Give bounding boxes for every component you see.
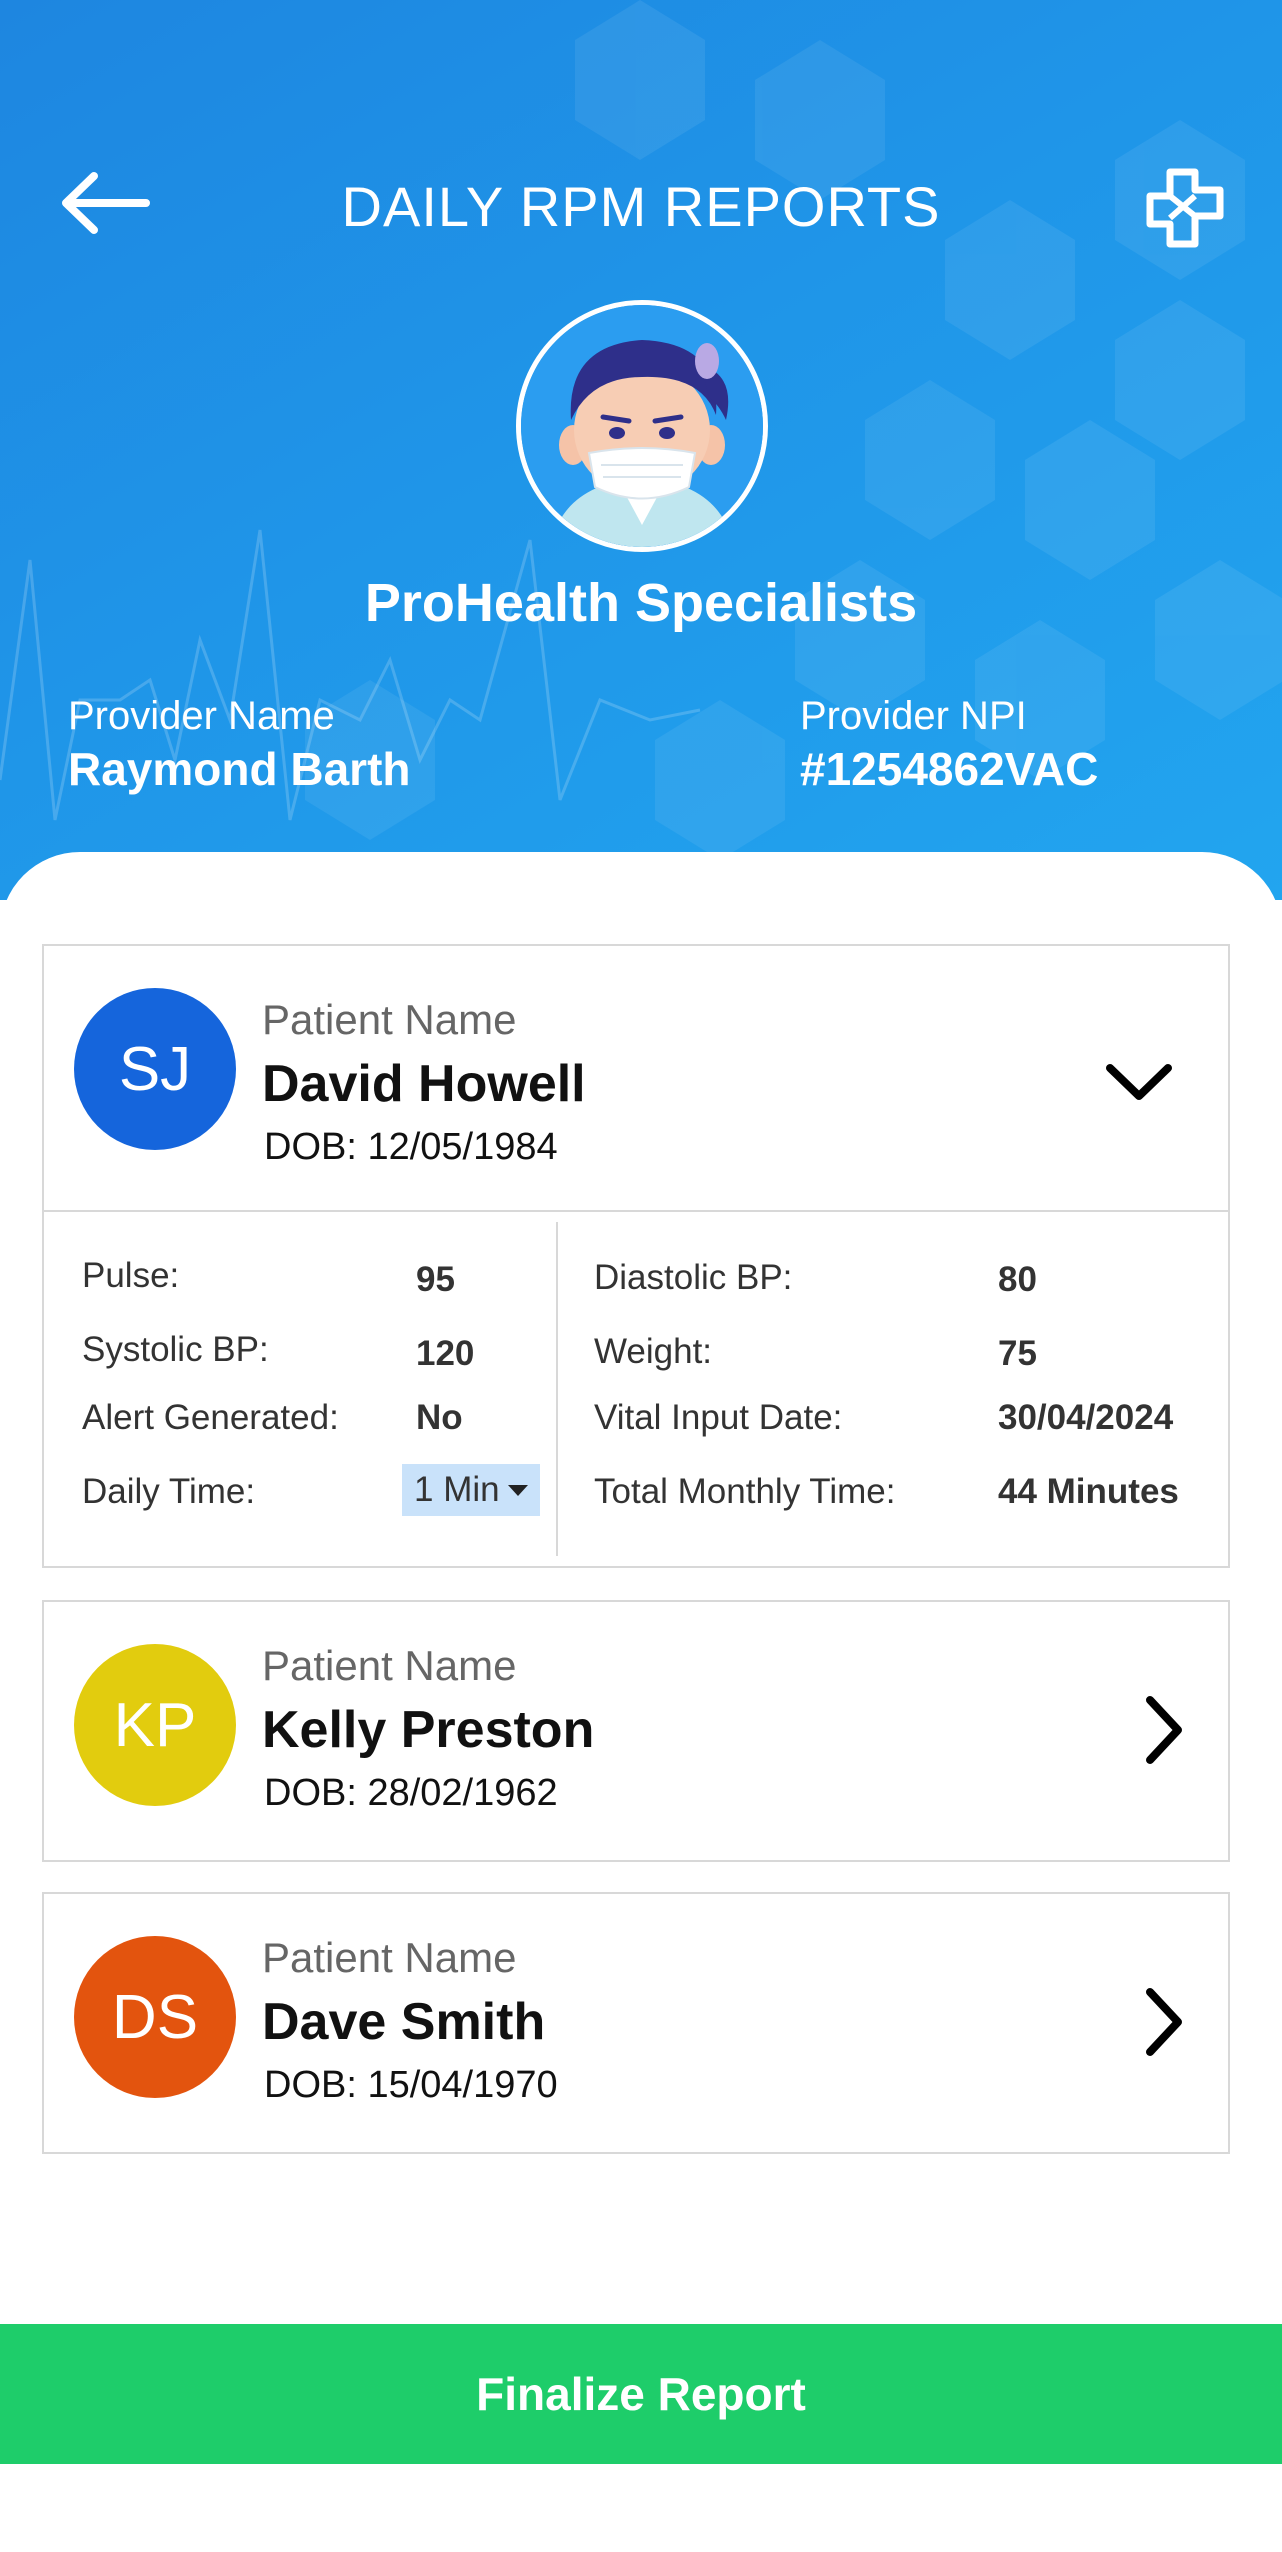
- patient-card-expanded[interactable]: SJ Patient Name David Howell DOB: 12/05/…: [42, 944, 1230, 1568]
- chevron-down-icon[interactable]: [1104, 1060, 1174, 1104]
- vital-label: Pulse:: [82, 1256, 180, 1295]
- vital-value: 80: [998, 1260, 1037, 1299]
- medical-cross-icon[interactable]: [1140, 168, 1230, 248]
- vitals-column-divider: [556, 1222, 558, 1556]
- provider-npi: #1254862VAC: [800, 743, 1099, 795]
- chevron-right-icon[interactable]: [1142, 1986, 1186, 2058]
- daily-time-value: 1 Min: [414, 1470, 500, 1509]
- vital-label: Systolic BP:: [82, 1330, 269, 1369]
- patient-name-label: Patient Name: [262, 1642, 517, 1689]
- vital-label: Daily Time:: [82, 1472, 256, 1511]
- patient-avatar: KP: [74, 1644, 236, 1806]
- card-divider: [44, 1210, 1228, 1212]
- patient-dob: DOB: 15/04/1970: [264, 2064, 558, 2106]
- vital-label: Vital Input Date:: [594, 1398, 843, 1437]
- provider-avatar: [516, 300, 768, 552]
- page-title: DAILY RPM REPORTS: [341, 175, 941, 238]
- vital-label: Diastolic BP:: [594, 1258, 793, 1297]
- vital-label: Total Monthly Time:: [594, 1472, 896, 1511]
- vital-value: 44 Minutes: [998, 1472, 1179, 1511]
- patient-dob: DOB: 28/02/1962: [264, 1772, 558, 1814]
- patient-name: David Howell: [262, 1055, 586, 1113]
- daily-time-dropdown[interactable]: 1 Min: [402, 1464, 540, 1516]
- provider-npi-label: Provider NPI: [800, 694, 1027, 738]
- patient-dob: DOB: 12/05/1984: [264, 1126, 558, 1168]
- patient-name-label: Patient Name: [262, 1934, 517, 1981]
- chevron-right-icon[interactable]: [1142, 1694, 1186, 1766]
- finalize-report-button[interactable]: Finalize Report: [0, 2324, 1282, 2464]
- vital-value: 95: [416, 1260, 455, 1299]
- header-banner: DAILY RPM REPORTS ProHealth Specialists …: [0, 0, 1282, 900]
- patient-avatar: DS: [74, 1936, 236, 2098]
- vital-value: 30/04/2024: [998, 1398, 1174, 1437]
- vital-value: No: [416, 1398, 463, 1437]
- vital-value: 120: [416, 1334, 475, 1373]
- organization-name: ProHealth Specialists: [364, 573, 918, 633]
- patient-card[interactable]: DS Patient Name Dave Smith DOB: 15/04/19…: [42, 1892, 1230, 2154]
- vital-label: Alert Generated:: [82, 1398, 339, 1437]
- vital-value: 75: [998, 1334, 1037, 1373]
- provider-name: Raymond Barth: [68, 743, 411, 795]
- provider-name-label: Provider Name: [68, 694, 335, 738]
- patient-name-label: Patient Name: [262, 996, 517, 1043]
- patient-card[interactable]: KP Patient Name Kelly Preston DOB: 28/02…: [42, 1600, 1230, 1862]
- patient-name: Dave Smith: [262, 1993, 546, 2051]
- patient-name: Kelly Preston: [262, 1701, 595, 1759]
- caret-down-icon: [507, 1484, 528, 1496]
- vital-label: Weight:: [594, 1332, 713, 1371]
- patient-avatar: SJ: [74, 988, 236, 1150]
- doctor-with-mask-avatar: [521, 305, 763, 547]
